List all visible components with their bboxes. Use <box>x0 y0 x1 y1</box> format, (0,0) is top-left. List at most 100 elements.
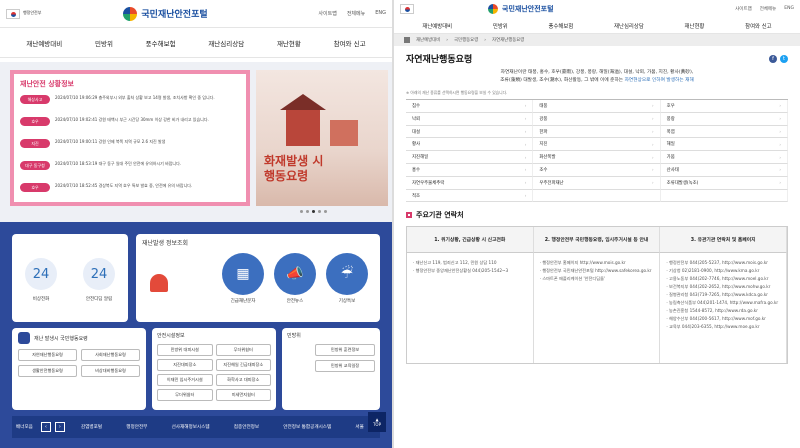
nav-item-civil-defense[interactable]: 민방위 <box>493 22 508 30</box>
natural-guide-button[interactable]: 자연재난행동요령 <box>18 349 77 361</box>
safety-alert[interactable]: 24 안전디딤 알림 <box>83 258 115 302</box>
disaster-type-item[interactable]: 적조 › <box>406 189 534 203</box>
site-logo[interactable]: 국민재난안전포털 <box>123 6 208 21</box>
all-menu-link[interactable]: 전체메뉴 <box>347 10 365 17</box>
civil-education-button[interactable]: 민방위 교육일정 <box>315 360 375 372</box>
facility-button[interactable]: 지진대피장소 <box>157 359 213 371</box>
disaster-type-item[interactable]: 자연우주물체추락 › <box>406 176 534 190</box>
eng-link[interactable]: ENG <box>784 6 794 12</box>
disaster-type-item[interactable]: 해일 › <box>660 138 788 152</box>
news-label: 안전뉴스 <box>286 299 304 304</box>
taegukgi-icon <box>400 4 414 14</box>
facility-button[interactable]: 이재민 임시주거시설 <box>157 374 213 386</box>
breadcrumb-item[interactable]: 재난예방대비 <box>416 37 440 43</box>
banner-link[interactable]: 선사재해정보시스템 <box>172 424 210 430</box>
disaster-type-item[interactable]: 호우 › <box>660 100 788 113</box>
disaster-type-item[interactable]: 홍수 › <box>406 164 534 177</box>
site-name: 국민재난안전포털 <box>141 10 208 20</box>
nav-item-report[interactable]: 참여와 신고 <box>334 38 366 48</box>
nav-item-civil-defense[interactable]: 민방위 <box>95 38 113 48</box>
nav-item-prevention[interactable]: 재난예방대비 <box>26 38 62 48</box>
nav-item-insurance[interactable]: 풍수해보험 <box>146 38 176 48</box>
disaster-type-item[interactable]: 산사태 › <box>660 164 788 177</box>
nav-item-counseling[interactable]: 재난심리상담 <box>614 22 644 30</box>
breadcrumb-item[interactable]: 자연재난행동요령 <box>492 37 524 43</box>
nav-item-insurance[interactable]: 풍수해보험 <box>548 22 573 30</box>
gov-logo[interactable]: 행정안전부 <box>6 8 41 19</box>
contacts-heading: 주요기관 연락처 <box>406 210 788 220</box>
disaster-type-item[interactable]: 지진 › <box>533 138 661 152</box>
banner-link[interactable]: 감염병포털 <box>81 424 102 430</box>
chevron-right-icon: › <box>524 141 527 147</box>
facebook-icon[interactable]: f <box>769 54 777 63</box>
alert-item[interactable]: 호우 2024/07/10 19:02:41 강원 태백시 부근 시간당 30m… <box>20 117 240 135</box>
disaster-type-item[interactable]: 화산폭발 › <box>533 151 661 165</box>
alert-text: 2024/07/10 19:02:41 강원 태백시 부근 시간당 30mm 이… <box>55 117 209 122</box>
alert-item[interactable]: 지진 2024/07/10 19:00:11 강원 인제 북쪽 지역 규모 2.… <box>20 139 240 157</box>
disaster-type-item <box>533 189 661 203</box>
alert-item[interactable]: 대구 동구청 2024/07/10 18:53:19 대구 동구 일대 주민 안… <box>20 161 240 179</box>
disaster-type-item[interactable]: 우주전파재난 › <box>533 176 661 190</box>
all-menu-link[interactable]: 전체메뉴 <box>760 6 777 12</box>
banner-link[interactable]: 접종안전정보 <box>234 424 259 430</box>
weather-warning[interactable]: ☔ 기상특보 <box>326 253 368 304</box>
disaster-type-item[interactable]: 조류대발생(녹조) › <box>660 176 788 190</box>
disaster-type-item[interactable]: 가뭄 › <box>660 151 788 165</box>
eng-link[interactable]: ENG <box>375 10 386 17</box>
facility-button[interactable]: 무더위쉼터 <box>157 389 213 401</box>
disaster-type-item[interactable]: 침수 › <box>406 100 534 113</box>
chevron-right-icon: › <box>524 154 527 160</box>
social-guide-button[interactable]: 사회재난행동요령 <box>81 349 140 361</box>
gov-logo[interactable] <box>400 4 414 14</box>
chevron-left-icon[interactable]: ‹ <box>40 422 51 432</box>
disaster-type-item[interactable]: 폭염 › <box>660 125 788 139</box>
nav-item-counseling[interactable]: 재난심리상담 <box>208 38 244 48</box>
disaster-type-item[interactable]: 풍랑 › <box>660 112 788 126</box>
banner-link[interactable]: 행정안전부 <box>126 424 147 430</box>
home-icon[interactable] <box>404 37 410 43</box>
facility-button[interactable]: 민방위 대피시설 <box>157 344 213 356</box>
alert-item[interactable]: 호우 2024/07/10 18:52:45 경상북도 지역 호우 특보 발효 … <box>20 183 240 201</box>
disaster-type-item[interactable]: 황사 › <box>406 138 534 152</box>
disaster-type-item[interactable]: 태풍 › <box>533 100 661 113</box>
facility-button[interactable]: 미세먼지쉼터 <box>215 389 271 401</box>
chevron-right-icon[interactable]: › <box>54 422 65 432</box>
emergency-sms[interactable]: ▦ 긴급재난문자 <box>222 253 264 304</box>
emergency-call[interactable]: 24 비상전화 <box>25 258 57 302</box>
nav-item-status[interactable]: 재난현황 <box>685 22 705 30</box>
disaster-type-item[interactable]: 한파 › <box>533 125 661 139</box>
twitter-icon[interactable]: t <box>780 54 788 63</box>
breadcrumb-item[interactable]: 국민행동요령 <box>454 37 478 43</box>
disaster-type-item[interactable]: 강풍 › <box>533 112 661 126</box>
disaster-type-item[interactable]: 대설 › <box>406 125 534 139</box>
civil-training-button[interactable]: 민방위 훈련정보 <box>315 344 375 356</box>
facility-button[interactable]: 무더위쉼터 <box>215 344 271 356</box>
safety-news[interactable]: 📣 안전뉴스 <box>274 253 316 304</box>
contact-line: · 교육부 044)203-6355, http://www.moe.go.kr <box>666 324 760 330</box>
disaster-type-item[interactable]: 낙뢰 › <box>406 112 534 126</box>
banner-link[interactable]: 서울 <box>355 424 363 430</box>
share-buttons: f t <box>769 54 788 63</box>
alert-item[interactable]: 해상사고 2024/07/10 19:06:29 충주외부시 외부 출처 상황 … <box>20 95 240 113</box>
breadcrumb: 재난예방대비 › 국민행동요령 › 자연재난행동요령 <box>394 34 800 46</box>
nav-item-report[interactable]: 참여와 신고 <box>745 22 772 30</box>
weather-label: 기상특보 <box>338 299 356 304</box>
banner-link[interactable]: 안전정보 통합공개시스템 <box>283 424 331 430</box>
carousel-dots[interactable] <box>300 210 327 213</box>
disaster-type-item[interactable]: 지진해일 › <box>406 151 534 165</box>
sitemap-link[interactable]: 사이트맵 <box>735 6 752 12</box>
nav-item-prevention[interactable]: 재난예방대비 <box>422 22 452 30</box>
facility-button[interactable]: 지진해일 긴급대피장소 <box>215 359 271 371</box>
facility-button[interactable]: 화학사고 대피장소 <box>215 374 271 386</box>
site-logo[interactable]: 국민재난안전포털 <box>488 4 554 14</box>
disaster-type-grid: 침수 › 태풍 › 호우 › 낙뢰 › 강풍 › 풍랑 › 대설 › 한파 › 폭염 › 황사 › 지진 › 해일 › 지진해일… <box>406 99 788 203</box>
top-bar: 행정안전부 국민재난안전포털 사이트맵 전체메뉴 ENG <box>0 0 392 28</box>
disaster-type-item[interactable]: 조수 › <box>533 164 661 177</box>
life-guide-button[interactable]: 생활안전행동요령 <box>18 365 77 377</box>
fire-banner[interactable]: 화재발생 시 행동요령 <box>256 70 388 206</box>
chevron-right-icon: › <box>652 180 654 186</box>
top-button[interactable]: ▲ TOP <box>368 412 386 432</box>
emergency-guide-button[interactable]: 비상대비행동요령 <box>81 365 140 377</box>
nav-item-status[interactable]: 재난현황 <box>277 38 301 48</box>
sitemap-link[interactable]: 사이트맵 <box>318 10 336 17</box>
